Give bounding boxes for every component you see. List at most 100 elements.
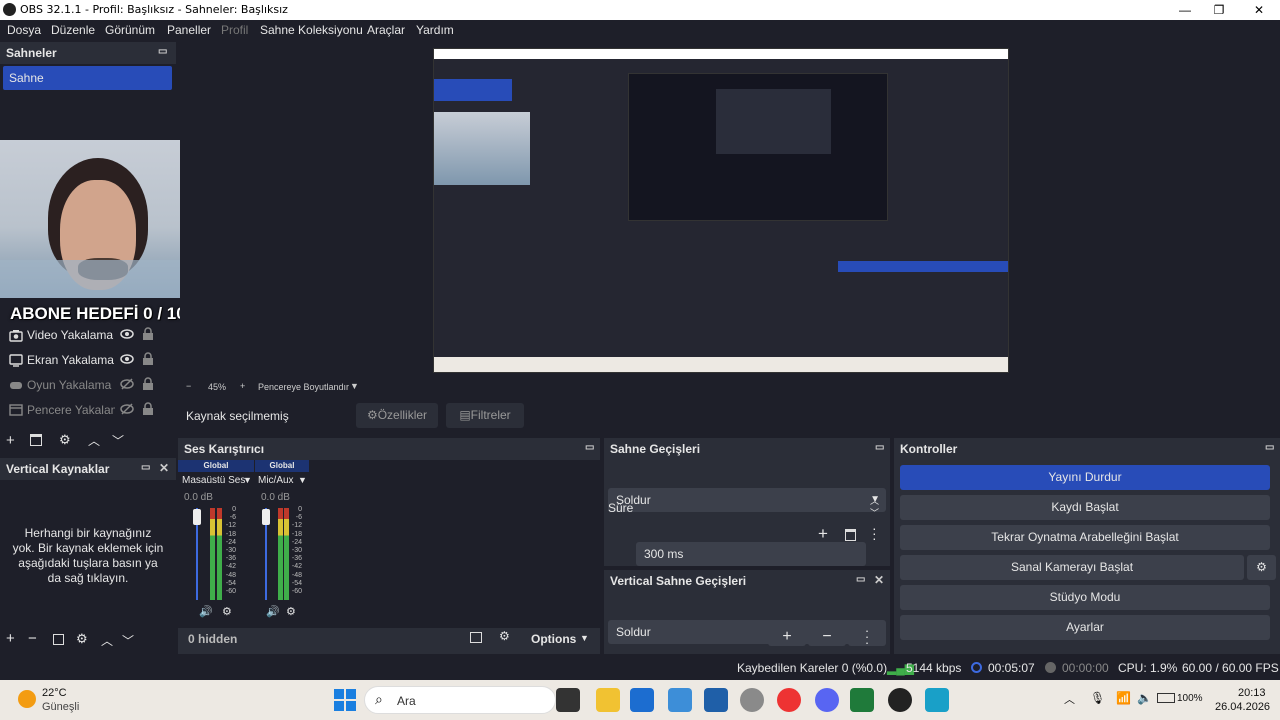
weather-desc[interactable]: Güneşli <box>42 701 79 713</box>
menu-yardim[interactable]: Yardım <box>416 23 454 37</box>
remove-vertical-transition-button[interactable]: − <box>808 627 846 646</box>
add-transition-button[interactable]: + <box>818 524 828 544</box>
start-replay-buffer-button[interactable]: Tekrar Oynatma Arabelleğini Başlat <box>900 525 1270 550</box>
battery-icon[interactable] <box>1157 693 1175 703</box>
speaker-icon[interactable]: 🔊 <box>199 605 213 618</box>
menu-profil[interactable]: Profil <box>221 23 248 37</box>
game-icon[interactable] <box>850 688 874 712</box>
fit-to-window-label[interactable]: Pencereye Boyutlandır <box>258 382 349 392</box>
advanced-audio-gear-icon[interactable]: ⚙ <box>499 629 510 643</box>
lock-icon[interactable] <box>142 352 154 369</box>
menu-sahne-koleksiyonu[interactable]: Sahne Koleksiyonu <box>260 23 363 37</box>
move-down-chevron-icon[interactable]: ﹀ <box>112 432 124 449</box>
source-row[interactable]: Pencere Yakalam <box>0 398 170 423</box>
windows-start-icon[interactable] <box>334 689 356 711</box>
menu-dosya[interactable]: Dosya <box>7 23 41 37</box>
weather-temp[interactable]: 22°C <box>42 687 67 699</box>
menu-gorunum[interactable]: Görünüm <box>105 23 155 37</box>
source-row[interactable]: Ekran Yakalama <box>0 348 170 373</box>
filters-button[interactable]: ▤Filtreler <box>446 403 524 428</box>
vertical-transition-more-icon[interactable]: · · · <box>848 624 886 649</box>
add-vertical-transition-button[interactable]: + <box>768 627 806 646</box>
notepad-icon[interactable] <box>925 688 949 712</box>
record-status-icon <box>1045 662 1056 673</box>
channel-settings-icon[interactable]: ⚙ <box>286 605 296 618</box>
virtual-camera-gear-icon[interactable]: ⚙ <box>1247 555 1276 580</box>
options-chevron-icon[interactable]: ▼ <box>580 633 589 643</box>
zoom-dropdown-chevron-icon[interactable]: ▼ <box>350 381 359 391</box>
remove-source-trash-icon[interactable] <box>30 434 42 446</box>
fader-knob[interactable] <box>262 509 270 525</box>
move-down-chevron-icon[interactable]: ﹀ <box>122 632 134 649</box>
controls-title: Kontroller ▭ <box>894 438 1280 460</box>
float-icon: ▭ <box>141 462 151 473</box>
file-explorer-icon[interactable] <box>596 688 620 712</box>
source-settings-gear-icon[interactable]: ⚙ <box>59 432 71 448</box>
speaker-icon[interactable]: 🔊 <box>266 605 280 618</box>
start-virtual-camera-button[interactable]: Sanal Kamerayı Başlat <box>900 555 1244 580</box>
menu-araclar[interactable]: Araçlar <box>367 23 405 37</box>
maximize-button[interactable]: ❐ <box>1200 0 1238 20</box>
close-button[interactable]: ✕ <box>1240 0 1278 20</box>
transition-select[interactable]: Soldur ▼ <box>608 488 886 512</box>
duration-input[interactable]: 300 ms <box>636 542 866 566</box>
mixer-options-button[interactable]: Options <box>531 632 576 646</box>
add-source-button[interactable]: + <box>6 432 15 449</box>
source-row[interactable]: Oyun Yakalama <box>0 373 170 398</box>
menu-duzenle[interactable]: Düzenle <box>51 23 95 37</box>
lock-icon[interactable] <box>142 377 154 394</box>
settings-button[interactable]: Ayarlar <box>900 615 1270 640</box>
obs-taskbar-icon[interactable] <box>888 688 912 712</box>
minimize-button[interactable]: — <box>1166 0 1204 20</box>
source-row[interactable]: Video Yakalama A <box>0 323 170 348</box>
opera-icon[interactable] <box>777 688 801 712</box>
close-icon[interactable]: ✕ <box>874 573 884 587</box>
visibility-eye-icon[interactable] <box>120 327 134 344</box>
close-icon[interactable]: ✕ <box>159 461 169 475</box>
hidden-eye-icon[interactable] <box>120 377 134 394</box>
channel-menu-chevron-icon[interactable]: ▼ <box>243 475 252 485</box>
add-vertical-source-button[interactable]: + <box>6 630 15 647</box>
channel-menu-chevron-icon[interactable]: ▼ <box>298 475 307 485</box>
fader-knob[interactable] <box>193 509 201 525</box>
filters-icon[interactable] <box>53 634 64 645</box>
move-up-chevron-icon[interactable]: ︿ <box>101 632 113 649</box>
remove-transition-trash-icon[interactable] <box>845 529 856 541</box>
stop-streaming-button[interactable]: Yayını Durdur <box>900 465 1270 490</box>
lock-icon[interactable] <box>142 402 154 419</box>
tray-chevron-icon[interactable]: ︿ <box>1064 691 1075 707</box>
clock-date[interactable]: 26.04.2026 <box>1215 701 1270 713</box>
clock-time[interactable]: 20:13 <box>1238 687 1266 699</box>
photos-icon[interactable] <box>668 688 692 712</box>
wifi-icon[interactable]: 📶 <box>1116 691 1131 705</box>
move-up-chevron-icon[interactable]: ︿ <box>88 432 100 449</box>
duration-stepper[interactable]: ︿ ﹀ <box>870 495 879 519</box>
visibility-eye-icon[interactable] <box>120 352 134 369</box>
vertical-settings-gear-icon[interactable]: ⚙ <box>76 631 88 647</box>
scene-item-sahne[interactable]: Sahne <box>3 66 172 90</box>
lock-icon[interactable] <box>142 327 154 344</box>
task-view-icon[interactable] <box>556 688 580 712</box>
properties-button[interactable]: ⚙Özellikler <box>356 403 438 428</box>
studio-mode-button[interactable]: Stüdyo Modu <box>900 585 1270 610</box>
zoom-in-button[interactable]: + <box>240 381 245 391</box>
preview-area[interactable] <box>180 42 1280 378</box>
source-toolbar: Kaynak seçilmemiş ⚙Özellikler ▤Filtreler <box>178 398 1280 434</box>
channel-settings-icon[interactable]: ⚙ <box>222 605 232 618</box>
store-icon[interactable] <box>630 688 654 712</box>
taskbar-search[interactable]: ⌕ Ara <box>364 686 556 714</box>
microphone-icon[interactable]: 🎙 <box>1090 691 1105 705</box>
volume-icon[interactable]: 🔈 <box>1137 691 1152 705</box>
discord-icon[interactable] <box>815 688 839 712</box>
menu-paneller[interactable]: Paneller <box>167 23 211 37</box>
preview-zoom-bar: − 45% + Pencereye Boyutlandır ▼ <box>180 378 1280 396</box>
channel-name-desktop: Masaüstü Ses <box>182 475 246 486</box>
transition-more-icon[interactable]: · · · <box>872 521 877 545</box>
zoom-out-button[interactable]: − <box>186 381 191 391</box>
layout-toggle-icon[interactable] <box>470 632 482 643</box>
hidden-eye-icon[interactable] <box>120 402 134 419</box>
settings-app-icon[interactable] <box>740 688 764 712</box>
app-icon[interactable] <box>704 688 728 712</box>
start-recording-button[interactable]: Kaydı Başlat <box>900 495 1270 520</box>
remove-vertical-source-button[interactable]: − <box>28 630 37 647</box>
